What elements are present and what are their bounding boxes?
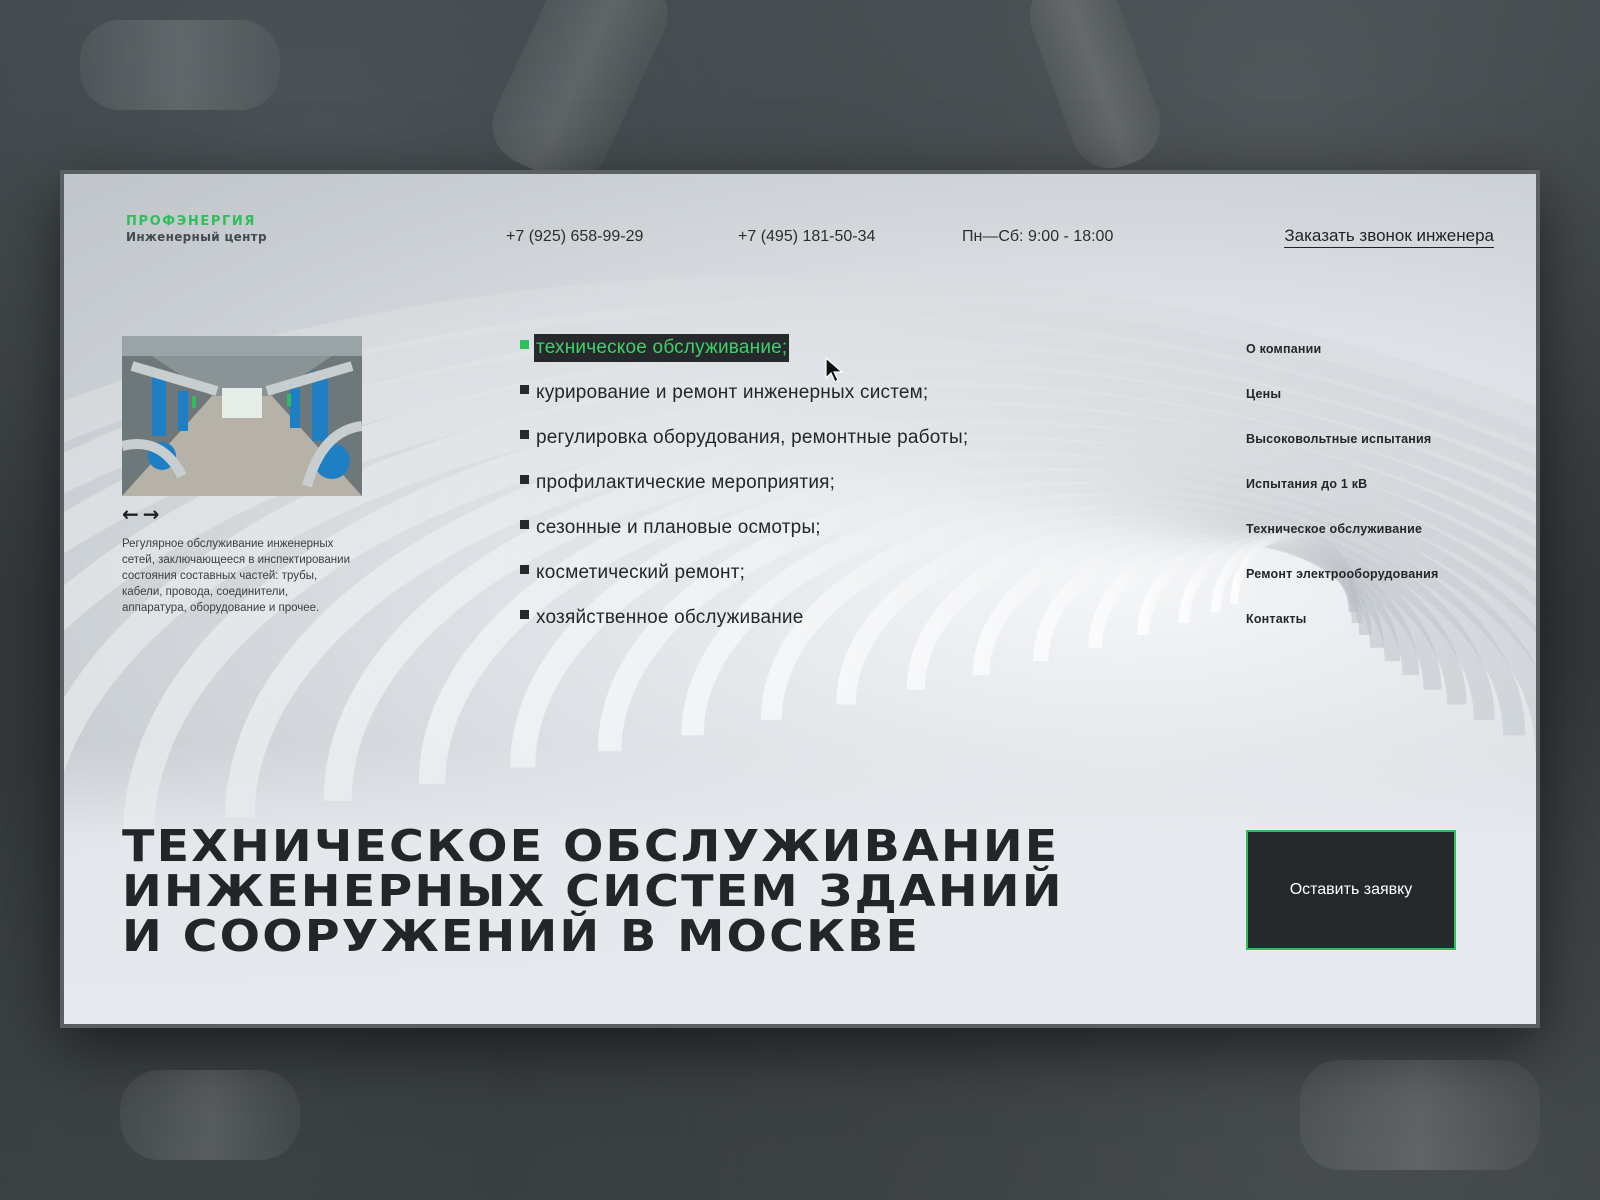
gallery-arrows: ← → [122, 504, 160, 524]
arrow-left-icon[interactable]: ← [122, 504, 139, 524]
landing-page: ПРОФЭНЕРГИЯ Инженерный центр +7 (925) 65… [64, 174, 1536, 1024]
logo-name: ПРОФЭНЕРГИЯ [126, 214, 256, 229]
mouse-cursor-icon [825, 356, 844, 383]
bullet-icon [520, 340, 529, 349]
nav-item-equipment-repair[interactable]: Ремонт электрооборудования [1246, 567, 1439, 612]
gallery-image [122, 336, 362, 496]
gallery-caption: Регулярное обслуживание инженерных сетей… [122, 538, 351, 614]
bullet-icon [520, 385, 529, 394]
arrow-right-icon[interactable]: → [143, 504, 160, 524]
submit-request-button[interactable]: Оставить заявку [1246, 830, 1456, 950]
nav-item-high-voltage-tests[interactable]: Высоковольтные испытания [1246, 432, 1439, 477]
side-nav: О компании Цены Высоковольтные испытания… [1246, 342, 1439, 657]
service-item[interactable]: хозяйственное обслуживание [520, 604, 970, 649]
service-item[interactable]: регулировка оборудования, ремонтные рабо… [520, 424, 970, 469]
pipes-photo-icon [122, 336, 362, 496]
hero-title: ТЕХНИЧЕСКОЕ ОБСЛУЖИВАНИЕ ИНЖЕНЕРНЫХ СИСТ… [122, 821, 1064, 962]
bullet-icon [520, 565, 529, 574]
service-label: регулировка оборудования, ремонтные рабо… [536, 427, 969, 448]
logo[interactable]: ПРОФЭНЕРГИЯ Инженерный центр [126, 214, 267, 244]
service-label: хозяйственное обслуживание [536, 607, 804, 628]
service-label: сезонные и плановые осмотры; [536, 517, 821, 538]
nav-item-maintenance[interactable]: Техническое обслуживание [1246, 522, 1439, 567]
service-item[interactable]: косметический ремонт; [520, 559, 970, 604]
working-hours: Пн—Сб: 9:00 - 18:00 [962, 228, 1114, 245]
services-list: техническое обслуживание; курирование и … [520, 334, 970, 649]
service-item[interactable]: техническое обслуживание; [520, 334, 970, 379]
nav-item-prices[interactable]: Цены [1246, 387, 1439, 432]
callback-link[interactable]: Заказать звонок инженера [1284, 226, 1494, 248]
nav-item-about[interactable]: О компании [1246, 342, 1439, 387]
bullet-icon [520, 520, 529, 529]
nav-item-tests-1kv[interactable]: Испытания до 1 кВ [1246, 477, 1439, 522]
service-item[interactable]: курирование и ремонт инженерных систем; [520, 379, 970, 424]
service-item[interactable]: профилактические мероприятия; [520, 469, 970, 514]
bullet-icon [520, 475, 529, 484]
phone-2[interactable]: +7 (495) 181-50-34 [738, 228, 875, 246]
bullet-icon [520, 430, 529, 439]
phone-1[interactable]: +7 (925) 658-99-29 [506, 228, 643, 246]
service-label: косметический ремонт; [536, 562, 746, 583]
logo-tagline: Инженерный центр [126, 230, 267, 244]
service-item[interactable]: сезонные и плановые осмотры; [520, 514, 970, 559]
nav-item-contacts[interactable]: Контакты [1246, 612, 1439, 657]
service-label: профилактические мероприятия; [536, 472, 836, 493]
service-label: техническое обслуживание; [534, 334, 790, 362]
bullet-icon [520, 610, 529, 619]
browser-frame: ПРОФЭНЕРГИЯ Инженерный центр +7 (925) 65… [60, 170, 1540, 1028]
service-label: курирование и ремонт инженерных систем; [536, 382, 929, 403]
